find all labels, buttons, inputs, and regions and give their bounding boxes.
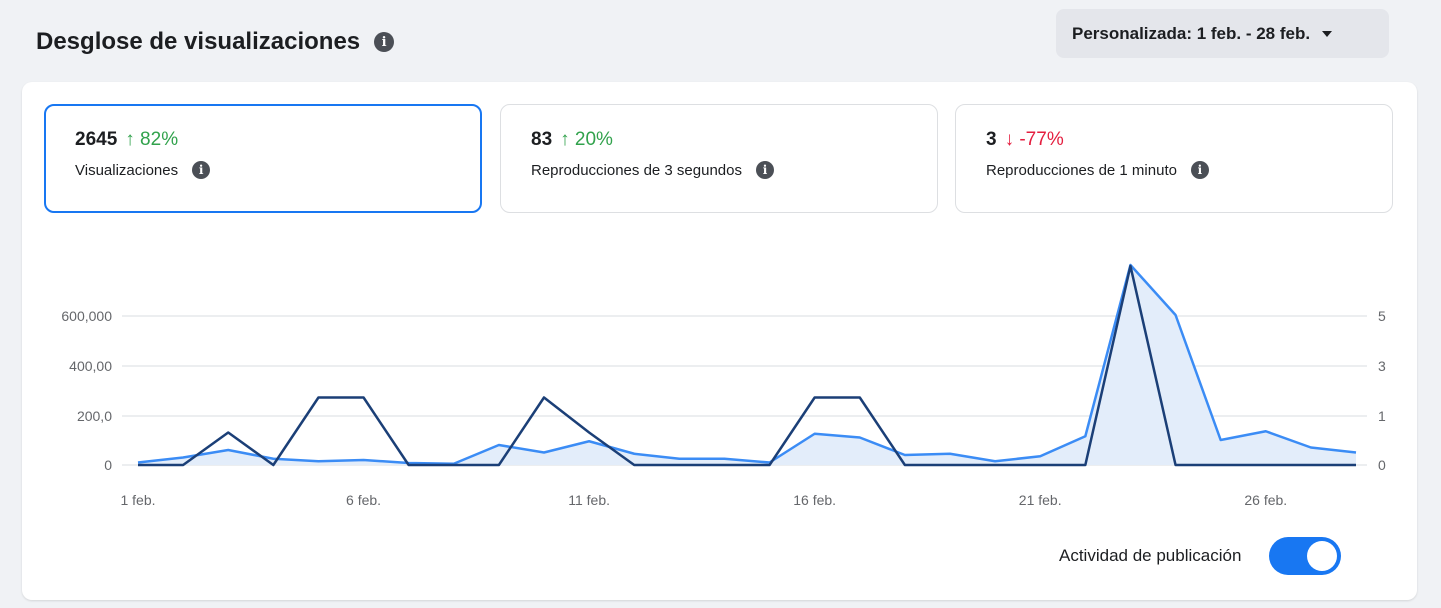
views-line-chart: 0 200,0 400,00 600,000 0 1 3 5 1 feb. 6 feb. 11 fe… [61,263,1386,508]
caret-down-icon [1322,30,1333,37]
section-header: Desglose de visualizaciones i [36,22,395,62]
y-left-tick-label: 200,0 [77,408,112,424]
toggle-label: Actividad de publicación [1059,546,1242,565]
y-right-tick-label: 3 [1378,358,1386,374]
x-tick-label: 16 feb. [793,492,836,508]
y-left-tick-label: 600,000 [61,308,112,324]
date-range-label: Personalizada: 1 feb. - 28 feb. [1072,23,1311,43]
post-activity-toggle-row: Actividad de publicación [1059,537,1342,575]
x-tick-label: 11 feb. [568,492,610,508]
y-left-tick-label: 0 [104,457,112,473]
x-tick-label: 6 feb. [346,492,381,508]
x-tick-label: 21 feb. [1019,492,1062,508]
date-range-dropdown[interactable]: Personalizada: 1 feb. - 28 feb. [1056,9,1389,58]
info-icon[interactable]: i [374,32,395,52]
views-area [138,265,1356,465]
y-right-tick-label: 0 [1378,457,1386,473]
y-right-tick-label: 1 [1378,408,1386,424]
post-activity-toggle[interactable] [1269,537,1342,575]
toggle-knob [1307,541,1338,571]
y-right-tick-label: 5 [1378,308,1386,324]
x-tick-label: 26 feb. [1244,492,1287,508]
y-left-tick-label: 400,00 [69,358,112,374]
page-title: Desglose de visualizaciones [36,28,361,55]
views-breakdown-card: 2645 ↑ 82% Visualizaciones i 83 ↑ 20% Re… [22,82,1417,600]
x-tick-label: 1 feb. [120,492,155,508]
